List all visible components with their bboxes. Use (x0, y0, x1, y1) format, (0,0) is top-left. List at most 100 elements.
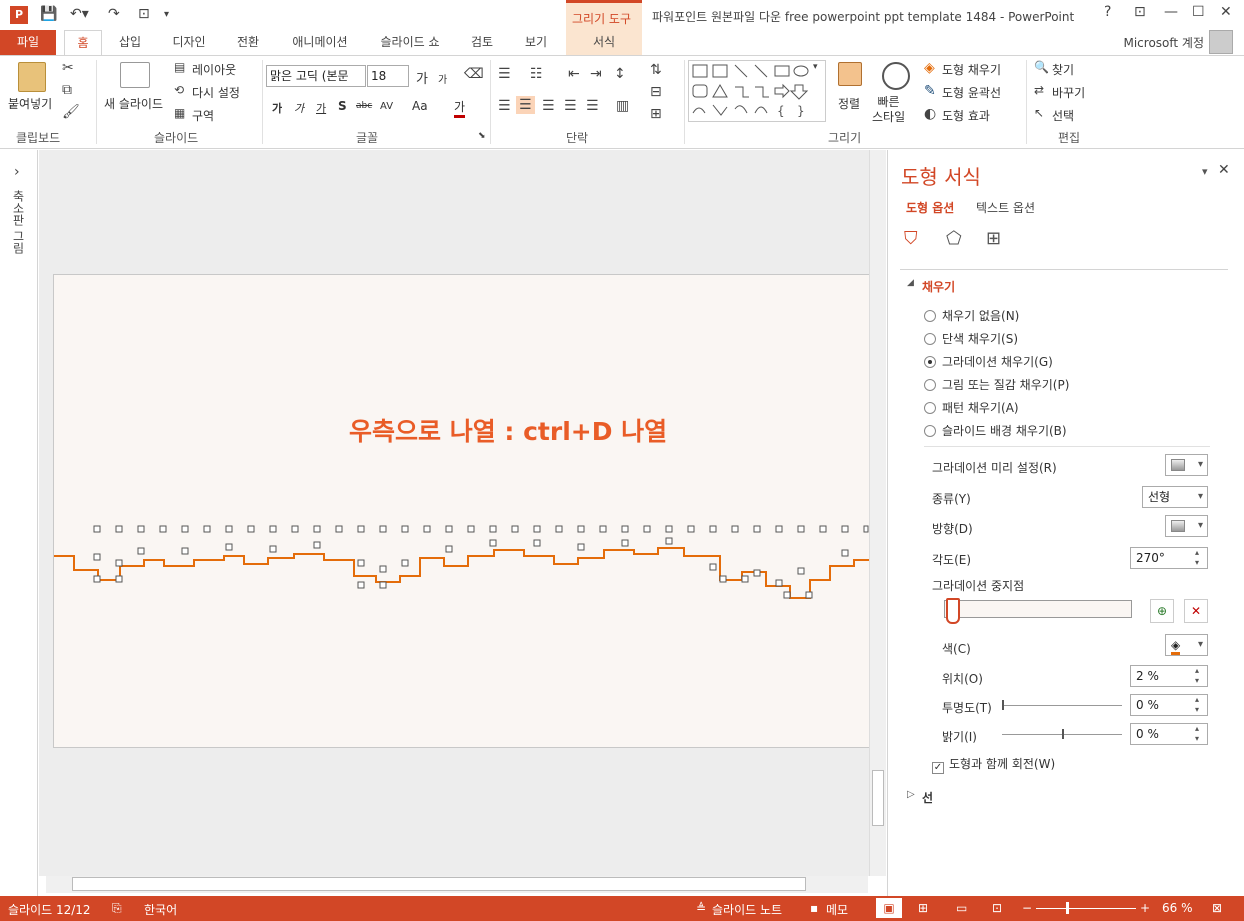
line-spacing-icon[interactable]: ↕ (614, 66, 626, 82)
gradient-stops-bar[interactable] (944, 600, 1132, 618)
save-icon[interactable]: 💾 (40, 6, 57, 22)
ribbon-display-icon[interactable]: ⊡ (1134, 4, 1146, 20)
tab-animations[interactable]: 애니메이션 (282, 30, 358, 56)
notes-button[interactable]: 슬라이드 노트 (712, 901, 782, 918)
radio-button[interactable] (924, 425, 936, 437)
fill-option-picture[interactable]: 그림 또는 질감 채우기(P) (924, 376, 1069, 393)
find-button[interactable]: 찾기 (1052, 61, 1074, 78)
angle-input[interactable]: 270° (1130, 547, 1208, 569)
radio-button[interactable] (924, 402, 936, 414)
collapse-icon[interactable]: ◢ (907, 278, 914, 288)
tab-insert[interactable]: 삽입 (110, 30, 150, 56)
new-slide-button[interactable]: 새 슬라이드 (104, 95, 163, 112)
radio-button[interactable] (924, 310, 936, 322)
tab-view[interactable]: 보기 (516, 30, 556, 56)
normal-view-icon[interactable]: ▣ (876, 898, 902, 918)
preset-dropdown[interactable] (1165, 454, 1208, 476)
slide-canvas[interactable] (53, 274, 870, 748)
radio-button-selected[interactable] (924, 356, 936, 368)
zoom-slider[interactable] (1036, 908, 1136, 909)
expand-thumbnails-icon[interactable]: › (14, 164, 20, 180)
bullets-icon[interactable]: ☰ (498, 66, 511, 82)
grow-font-button[interactable]: 가 (416, 68, 428, 87)
quick-styles-icon[interactable] (882, 62, 910, 90)
layout-button[interactable]: 레이아웃 (192, 61, 236, 78)
copy-icon[interactable]: ⧉ (62, 82, 72, 98)
type-dropdown[interactable]: 선형 (1142, 486, 1208, 508)
shape-outline-button[interactable]: 도형 윤곽선 (942, 84, 1001, 101)
tab-transitions[interactable]: 전환 (228, 30, 268, 56)
redo-icon[interactable]: ↷ (108, 6, 120, 22)
zoom-out-icon[interactable]: − (1022, 901, 1032, 915)
zoom-slider-thumb[interactable] (1066, 902, 1069, 914)
reading-view-icon[interactable]: ▭ (956, 901, 967, 915)
italic-button[interactable]: 가 (294, 100, 304, 116)
undo-icon[interactable]: ↶▾ (70, 6, 89, 22)
remove-stop-icon[interactable]: ✕ (1184, 599, 1208, 623)
spacing-button[interactable]: AV (380, 101, 393, 112)
scroll-thumb[interactable] (872, 770, 884, 826)
font-color-button[interactable]: 가 (454, 98, 466, 118)
expand-icon[interactable]: ▷ (907, 789, 915, 800)
numbering-icon[interactable]: ☷ (530, 66, 543, 82)
tab-shape-options[interactable]: 도형 옵션 (906, 199, 954, 216)
position-input[interactable]: 2 % (1130, 665, 1208, 687)
replace-button[interactable]: 바꾸기 (1052, 84, 1085, 101)
shape-fill-button[interactable]: 도형 채우기 (942, 61, 1001, 78)
change-case-button[interactable]: Aa (412, 99, 428, 113)
radio-button[interactable] (924, 379, 936, 391)
shadow-button[interactable]: S (338, 99, 347, 113)
bold-button[interactable]: 가 (272, 100, 282, 116)
horizontal-scrollbar[interactable] (46, 876, 868, 893)
fill-option-none[interactable]: 채우기 없음(N) (924, 307, 1019, 324)
zoom-in-icon[interactable]: + (1140, 901, 1150, 915)
radio-button[interactable] (924, 333, 936, 345)
account-menu[interactable]: Microsoft 계정 (1123, 34, 1204, 51)
align-center-icon[interactable]: ☰ (516, 96, 535, 114)
fill-option-slide-bg[interactable]: 슬라이드 배경 채우기(B) (924, 422, 1067, 439)
color-dropdown[interactable]: ◈ (1165, 634, 1208, 656)
align-left-icon[interactable]: ☰ (498, 98, 511, 114)
brightness-slider-thumb[interactable] (1062, 729, 1064, 739)
clear-format-icon[interactable]: ⌫ (464, 66, 484, 82)
fill-line-icon[interactable]: ⛉ (904, 228, 918, 249)
tab-format[interactable]: 서식 (566, 30, 642, 56)
direction-dropdown[interactable] (1165, 515, 1208, 537)
size-properties-icon[interactable]: ⊞ (986, 228, 1001, 249)
slideshow-view-icon[interactable]: ⊡ (992, 901, 1002, 915)
decrease-indent-icon[interactable]: ⇤ (568, 66, 580, 82)
rotate-with-shape[interactable]: ✓ 도형과 함께 회전(W) (932, 755, 1055, 774)
justify-icon[interactable]: ☰ (564, 98, 577, 114)
font-name-box[interactable]: 맑은 고딕 (본문 (266, 65, 366, 87)
maximize-button[interactable]: ☐ (1192, 4, 1205, 20)
arrange-button[interactable]: 정렬 (838, 95, 860, 112)
close-button[interactable]: ✕ (1220, 4, 1232, 20)
hscroll-thumb[interactable] (72, 877, 806, 891)
tab-slideshow[interactable]: 슬라이드 쇼 (372, 30, 448, 56)
comments-button[interactable]: 메모 (826, 901, 848, 918)
add-stop-icon[interactable]: ⊕ (1150, 599, 1174, 623)
quick-styles-button[interactable]: 빠른 스타일 (872, 95, 905, 125)
transparency-input[interactable]: 0 % (1130, 694, 1208, 716)
shapes-gallery[interactable]: { } (688, 60, 826, 122)
distribute-icon[interactable]: ☰ (586, 98, 599, 114)
customize-qat-icon[interactable]: ▾ (164, 9, 169, 20)
arrange-icon[interactable] (838, 62, 862, 86)
fill-option-gradient[interactable]: 그라데이션 채우기(G) (924, 353, 1053, 370)
pane-options-icon[interactable]: ▾ (1202, 165, 1208, 178)
slide-title[interactable]: 우측으로 나열 : ctrl+D 나열 (349, 412, 667, 448)
fit-to-window-icon[interactable]: ⊠ (1212, 901, 1222, 915)
new-slide-icon[interactable] (120, 62, 150, 88)
transparency-slider[interactable] (1002, 705, 1122, 706)
reset-button[interactable]: 다시 설정 (192, 84, 240, 101)
avatar[interactable] (1209, 30, 1233, 54)
gallery-scroll-icon[interactable]: ▾ (813, 62, 818, 72)
section-button[interactable]: 구역 (192, 107, 214, 124)
gradient-stop-handle[interactable] (946, 598, 960, 624)
underline-button[interactable]: 가 (316, 100, 326, 116)
vertical-scrollbar[interactable] (869, 150, 886, 876)
dialog-launcher-icon[interactable]: ⬊ (478, 131, 486, 141)
tab-home[interactable]: 홈 (64, 30, 102, 56)
spellcheck-icon[interactable]: ⎘ (112, 901, 122, 916)
brightness-input[interactable]: 0 % (1130, 723, 1208, 745)
